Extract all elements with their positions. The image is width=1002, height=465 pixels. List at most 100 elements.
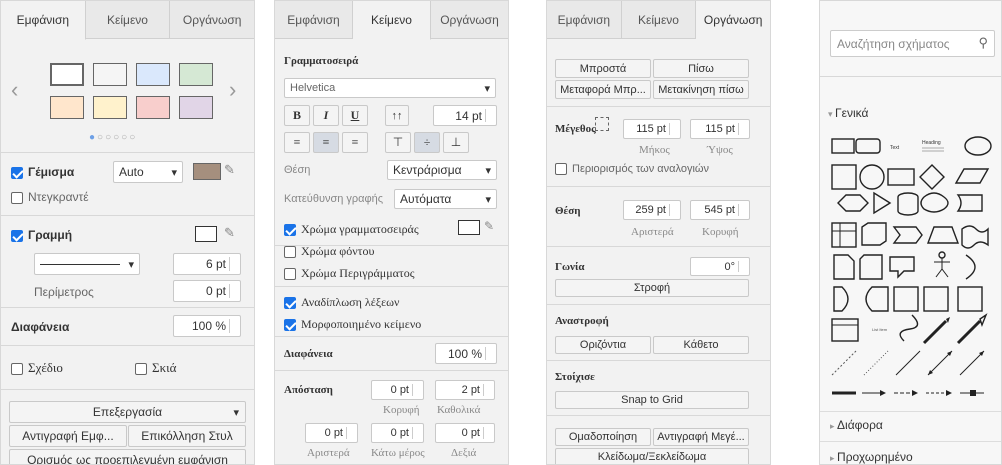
flip-vertical-button[interactable]: Κάθετο [653,336,749,354]
opacity-label: Διαφάνεια [11,320,70,334]
tab-style[interactable]: Εμφάνιση [1,1,86,40]
to-back-button[interactable]: Πίσω [653,59,749,78]
search-input[interactable]: Αναζήτηση σχήματος ⚲ [830,30,995,57]
word-wrap-checkbox[interactable]: Αναδίπλωση λέξεων [284,295,399,310]
lock-unlock-button[interactable]: Κλείδωμα/Ξεκλείδωμα [555,448,749,464]
shape-grid[interactable]: Text Heading List Item [820,131,1002,431]
font-color-swatch[interactable] [458,220,480,235]
perimeter-input[interactable]: 0 pt [173,280,241,302]
page-dots[interactable]: ●○○○○○ [89,132,137,143]
height-label: Ύψος [707,144,733,156]
tab-text[interactable]: Κείμενο [622,1,697,38]
line-pattern-select[interactable] [34,253,140,275]
spacing-global-input[interactable]: 2 pt [435,380,495,400]
spacing-top-input[interactable]: 0 pt [371,380,424,400]
to-front-button[interactable]: Μπροστά [555,59,651,78]
copy-style-button[interactable]: Αντιγραφή Εμφ... [9,425,127,447]
size-label: Μέγεθος [555,123,596,135]
fill-mode-select[interactable]: Auto [113,161,183,183]
tab-arrange[interactable]: Οργάνωση [170,1,254,38]
chevron-left-icon[interactable]: ‹ [11,77,18,103]
vertical-text-icon[interactable]: ↑↑ [385,105,409,126]
tab-style[interactable]: Εμφάνιση [275,1,353,38]
align-left-icon[interactable]: ≡ [284,132,310,153]
send-backward-button[interactable]: Μετακίνηση πίσω [653,80,749,99]
advanced-header[interactable]: ▸ Προχωρημένο [830,450,913,464]
chevron-right-icon[interactable]: › [229,77,236,103]
style-swatch[interactable] [50,63,84,86]
top-input[interactable]: 545 pt [690,200,750,220]
background-color-checkbox[interactable]: Χρώμα φόντου [284,244,374,259]
flip-horizontal-button[interactable]: Οριζόντια [555,336,651,354]
eyedropper-icon[interactable]: ✎ [484,219,494,234]
chevron-down-icon: ▾ [828,109,836,119]
tab-text[interactable]: Κείμενο [353,1,431,40]
fill-color-swatch[interactable] [193,163,221,180]
group-button[interactable]: Ομαδοποίηση [555,428,651,446]
opacity-section: Διαφάνεια 100 % [1,308,254,346]
style-swatch[interactable] [179,96,213,119]
autosize-icon[interactable] [595,117,609,131]
tab-arrange[interactable]: Οργάνωση [696,1,770,40]
tab-arrange[interactable]: Οργάνωση [431,1,508,38]
height-input[interactable]: 115 pt [690,119,750,139]
shadow-checkbox[interactable]: Σκιά [135,360,176,376]
fill-checkbox[interactable]: Γέμισμα [11,165,74,179]
spacing-left-input[interactable]: 0 pt [305,423,358,443]
style-swatch[interactable] [136,63,170,86]
eyedropper-icon[interactable]: ✎ [224,162,235,178]
position-section: Θέση 259 pt 545 pt Αριστερά Κορυφή [547,187,770,247]
position-select[interactable]: Κεντράρισμα [387,160,497,180]
constrain-checkbox[interactable]: Περιορισμός των αναλογιών [555,163,709,176]
eyedropper-icon[interactable]: ✎ [224,225,235,241]
formatted-text-checkbox[interactable]: Μορφοποιημένο κείμενο [284,317,421,332]
line-section: Γραμμή ✎ 6 pt Περίμετρος 0 pt [1,216,254,308]
misc-header[interactable]: ▸ Διάφορα [830,418,883,432]
tab-text[interactable]: Κείμενο [86,1,171,38]
style-swatch[interactable] [136,96,170,119]
style-swatch[interactable] [50,96,84,119]
rotate-button[interactable]: Στροφή [555,279,749,297]
tab-style[interactable]: Εμφάνιση [547,1,622,38]
align-bottom-icon[interactable]: ⊥ [443,132,469,153]
font-color-checkbox[interactable]: Χρώμα γραμματοσειράς [284,222,419,237]
align-right-icon[interactable]: ≡ [342,132,368,153]
border-color-checkbox[interactable]: Χρώμα Περιγράμματος [284,266,415,281]
align-label: Στοίχισε [555,371,595,383]
width-input[interactable]: 115 pt [623,119,681,139]
align-center-icon[interactable]: ≡ [313,132,339,153]
align-top-icon[interactable]: ⊤ [385,132,411,153]
snap-to-grid-button[interactable]: Snap to Grid [555,391,749,409]
text-opacity-label: Διαφάνεια [284,348,333,360]
gradient-checkbox[interactable]: Ντεγκραντέ [11,190,89,204]
font-size-input[interactable]: 14 pt [433,105,497,126]
style-swatch[interactable] [179,63,213,86]
line-width-input[interactable]: 6 pt [173,253,241,275]
general-header[interactable]: ▾ Γενικά [828,106,868,120]
color-section: Χρώμα γραμματοσειράς ✎ Χρώμα φόντου Χρώμ… [275,212,508,287]
underline-button[interactable]: U [342,105,368,126]
search-icon[interactable]: ⚲ [978,35,988,51]
bold-button[interactable]: B [284,105,310,126]
set-default-style-button[interactable]: Ορισμός ως προεπιλεγμένη εμφάνιση [9,449,246,464]
left-input[interactable]: 259 pt [623,200,681,220]
spacing-bottom-input[interactable]: 0 pt [371,423,424,443]
direction-select[interactable]: Αυτόματα [394,189,497,209]
italic-button[interactable]: I [313,105,339,126]
line-color-swatch[interactable] [195,226,217,242]
angle-input[interactable]: 0° [690,257,750,276]
style-swatch[interactable] [93,96,127,119]
bring-forward-button[interactable]: Μεταφορά Μπρ... [555,80,651,99]
line-checkbox[interactable]: Γραμμή [11,228,72,242]
font-family-select[interactable]: Helvetica [284,78,496,98]
spacing-right-input[interactable]: 0 pt [435,423,495,443]
edit-style-button[interactable]: Επεξεργασία ▾ [9,401,246,423]
text-opacity-input[interactable]: 100 % [435,343,497,364]
align-middle-icon[interactable]: ÷ [414,132,440,153]
sketch-checkbox[interactable]: Σχέδιο [11,360,63,376]
top-label: Κορυφή [702,226,739,238]
style-swatch[interactable] [93,63,127,86]
opacity-input[interactable]: 100 % [173,315,241,337]
copy-size-button[interactable]: Αντιγραφή Μεγέ... [653,428,749,446]
paste-style-button[interactable]: Επικόλληση Στυλ [128,425,246,447]
